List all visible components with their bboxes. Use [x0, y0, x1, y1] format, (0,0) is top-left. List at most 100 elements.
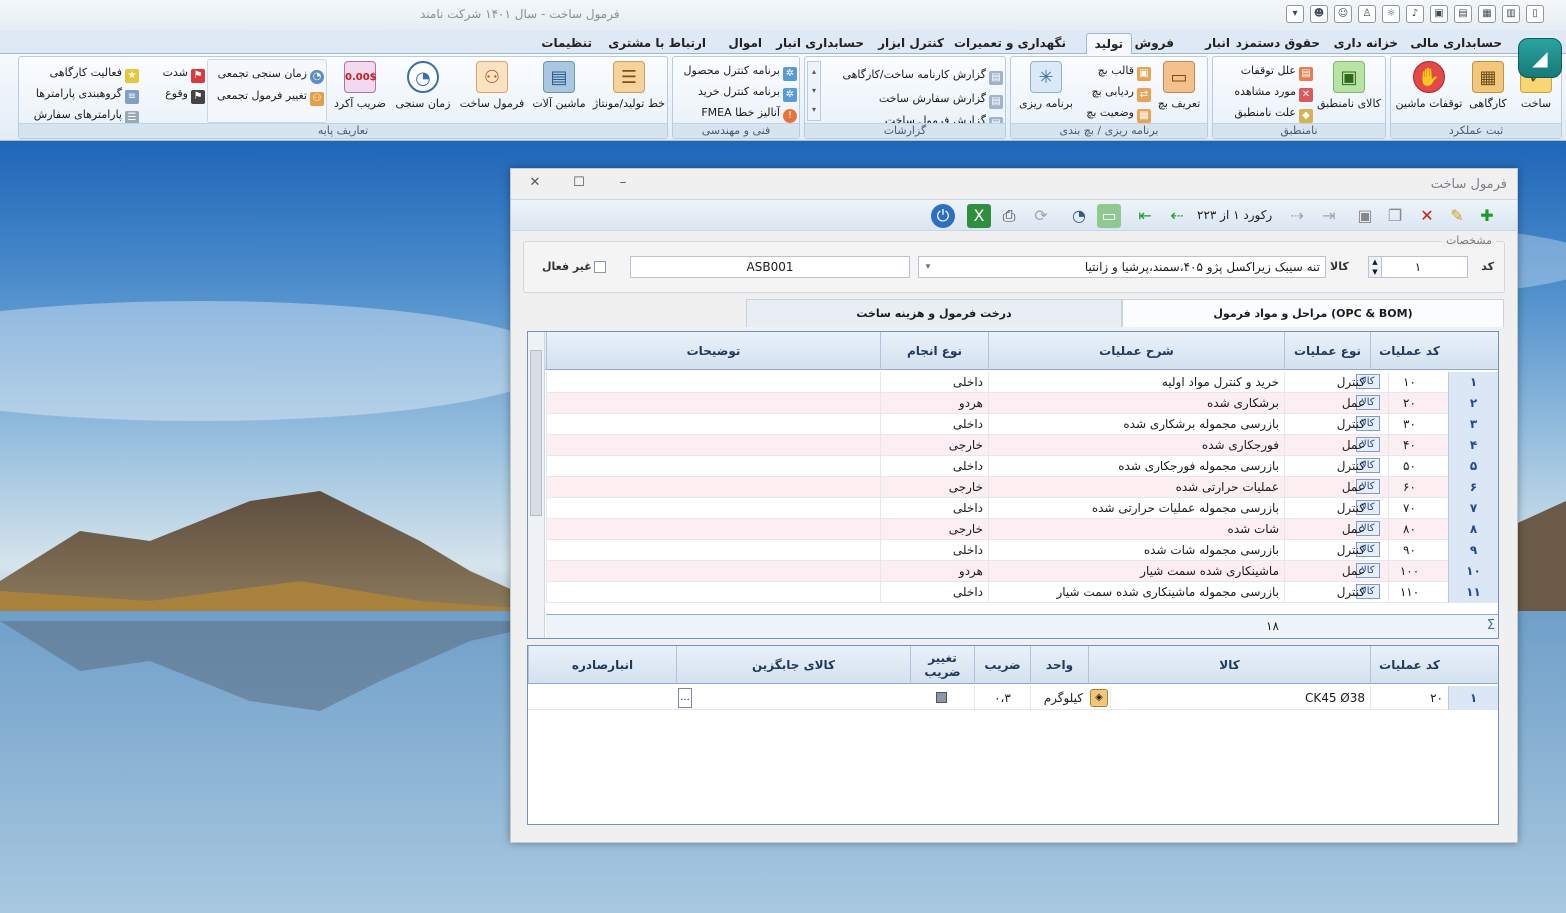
table-row[interactable]: ۲ ۲۰ کالا عمل برشکاری شده هردو [546, 393, 1498, 414]
table-row[interactable]: ۶ ۶۰ کالا عمل عملیات حرارتی شده خارجی [546, 477, 1498, 498]
purchase-control-plan-button[interactable]: ✲برنامه کنترل خرید [677, 82, 797, 102]
tab-maintenance[interactable]: نگهداری و تعمیرات [946, 33, 1074, 54]
machine-stops-button[interactable]: ✋ توقفات ماشین [1395, 59, 1463, 121]
observation-button[interactable]: ✕مورد مشاهده [1217, 82, 1313, 102]
table-row[interactable]: ۳ ۳۰ کالا کنترل بازرسی مجموله برشکاری شده داخ… [546, 414, 1498, 435]
table-row[interactable]: ۸ ۸۰ کالا عمل شات شده خارجی [546, 519, 1498, 540]
table-row[interactable]: ۹ ۹۰ کالا کنترل بازرسی مجموله شات شده داخلی [546, 540, 1498, 561]
dropdown-icon[interactable]: ▾ [1286, 5, 1304, 23]
product-control-plan-button[interactable]: ✲برنامه کنترل محصول [677, 61, 797, 81]
tab-treasury[interactable]: خزانه داری [1326, 33, 1406, 54]
tab-production[interactable]: تولید [1085, 33, 1132, 54]
chevron-down-icon[interactable]: ▾ [920, 259, 936, 275]
table-row[interactable]: ۵ ۵۰ کالا کنترل بازرسی مجموله فورجکاری شده دا… [546, 456, 1498, 477]
cell-op-desc: خرید و کنترل مواد اولیه [988, 372, 1284, 393]
change-formula-button[interactable]: ⚇تغییر فرمول تجمعی [212, 86, 324, 106]
order-report-button[interactable]: ▤گزارش سفارش ساخت [825, 89, 1003, 109]
tab-financial[interactable]: حسابداری مالی [1402, 33, 1510, 54]
aggregate-time-study-button[interactable]: ◔زمان سنجی تجمعی [212, 64, 324, 84]
kala-code-field[interactable]: ASB001 [630, 256, 910, 278]
inactive-checkbox[interactable] [594, 261, 606, 273]
tab-sales[interactable]: فروش [1127, 33, 1182, 54]
fmea-button[interactable]: !آنالیز خطا FMEA [677, 103, 797, 123]
excel-icon[interactable]: X [967, 204, 991, 228]
tab-formula-tree[interactable]: درخت فرمول و هزینه ساخت [746, 299, 1122, 327]
code-spinner[interactable]: ▲ ▼ [1368, 256, 1382, 278]
parameter-grouping-button[interactable]: ≡گروهبندی پارامترها [23, 84, 139, 104]
kala-lookup-icon[interactable]: ◈ [1090, 689, 1108, 707]
scrollbar-thumb[interactable] [530, 350, 542, 516]
last-record-icon[interactable]: ⇥ [1317, 204, 1341, 228]
calendar-icon[interactable]: ▥ [1502, 5, 1520, 23]
code-field[interactable]: ۱ [1368, 256, 1468, 278]
user-icon[interactable]: ♙ [1358, 5, 1376, 23]
next-record-icon[interactable]: ⇢ [1285, 204, 1309, 228]
table-row[interactable]: ۱ ۱۰ کالا کنترل خرید و کنترل مواد اولیه داخلی [546, 372, 1498, 393]
piece-rate-button[interactable]: 0.00$ ضریب آکرد [331, 59, 389, 121]
nonconforming-goods-button[interactable]: ▣ کالای نامنطبق [1313, 59, 1385, 121]
change-coefficient-checkbox[interactable] [936, 692, 947, 703]
table-row[interactable]: ۱۰ ۱۰۰ کالا عمل ماشینکاری شده سمت شیار هردو [546, 561, 1498, 582]
maximize-icon[interactable]: ☐ [565, 173, 593, 193]
app-menu-button[interactable]: ◢ [1518, 38, 1562, 78]
bell-icon[interactable]: ♪ [1406, 5, 1424, 23]
first-record-icon[interactable]: ⇤ [1133, 204, 1157, 228]
workshop-activity-button[interactable]: ★فعالیت کارگاهی [23, 63, 139, 83]
batch-tracking-button[interactable]: ⇄ردیابی بچ [1077, 82, 1151, 102]
brightness-icon[interactable]: ☼ [1382, 5, 1400, 23]
formula-report-button[interactable]: ▤گزارش فرمول ساخت [825, 111, 1003, 123]
define-batch-button[interactable]: ▭ تعریف بچ [1151, 59, 1207, 121]
copy-icon[interactable]: ❐ [1383, 204, 1407, 228]
nonconformance-cause-button[interactable]: ◆علت نامنطبق [1217, 103, 1313, 123]
user-settings-icon[interactable]: ☺ [1334, 5, 1352, 23]
tab-payroll[interactable]: حقوق دستمزد [1228, 33, 1328, 54]
calculator-icon[interactable]: ▦ [1478, 5, 1496, 23]
row-number: ۱۱ [1448, 582, 1498, 603]
add-icon[interactable]: ✚ [1475, 204, 1499, 228]
edit-icon[interactable]: ✎ [1445, 204, 1469, 228]
table-row[interactable]: ۷ ۷۰ کالا کنترل بازرسی مجموله عملیات حرارتی … [546, 498, 1498, 519]
open-book-icon[interactable]: ▤ [1454, 5, 1472, 23]
panel-icon[interactable]: ▭ [1097, 204, 1121, 228]
delete-icon[interactable]: ✕ [1415, 204, 1439, 228]
print-icon[interactable]: ⎙ [997, 204, 1021, 228]
kargahi-button[interactable]: ▦ کارگاهی [1463, 59, 1513, 121]
occurrence-button[interactable]: ⚑وقوع [141, 84, 205, 104]
power-icon[interactable]: ⏻ [931, 204, 955, 228]
vertical-scrollbar[interactable] [528, 332, 545, 638]
production-line-button[interactable]: ☰ خط تولید/مونتاژ [591, 59, 667, 121]
cell-op-desc: بازرسی مجموله شات شده [988, 540, 1284, 561]
severity-button[interactable]: ⚑شدت [141, 63, 205, 83]
gallery-scroll[interactable]: ▴ ▾ ▾ [807, 61, 821, 121]
machinery-button[interactable]: ▤ ماشین آلات [527, 59, 591, 121]
table-row[interactable]: ۴ ۴۰ کالا عمل فورجکاری شده خارجی [546, 435, 1498, 456]
time-study-button[interactable]: ◔ زمان سنجی [391, 59, 455, 121]
book-icon[interactable]: ▣ [1430, 5, 1448, 23]
batch-status-button[interactable]: ▦وضعیت بچ [1077, 103, 1151, 123]
phone-icon[interactable]: ▯ [1526, 5, 1544, 23]
tab-stages-bom[interactable]: مراحل و مواد فرمول (OPC & BOM) [1122, 299, 1504, 327]
save-icon[interactable]: ▣ [1353, 204, 1377, 228]
table-row[interactable]: ۱۱ ۱۱۰ کالا کنترل بازرسی مجموله ماشینکاری شد… [546, 582, 1498, 603]
workshop-report-button[interactable]: ▤گزارش کارنامه ساخت/کارگاهی [825, 65, 1003, 85]
tab-settings[interactable]: تنظیمات [533, 33, 600, 54]
previous-record-icon[interactable]: ⇠ [1165, 204, 1189, 228]
tab-warehouse[interactable]: انبار [1197, 33, 1238, 54]
tab-assets[interactable]: اموال [720, 33, 770, 54]
planning-button[interactable]: ✳ برنامه ریزی [1015, 59, 1077, 121]
batch-template-button[interactable]: ▣قالب بچ [1077, 61, 1151, 81]
users-icon[interactable]: ☻ [1310, 5, 1328, 23]
tab-crm[interactable]: ارتباط با مشتری [600, 33, 714, 54]
formula-button[interactable]: ⚇ فرمول ساخت [459, 59, 525, 121]
stopwatch-icon[interactable]: ◔ [1067, 204, 1091, 228]
tab-tool-control[interactable]: کنترل ابزار [870, 33, 952, 54]
order-parameters-button[interactable]: ☰پارامترهای سفارش [23, 105, 139, 125]
tab-warehouse-accounting[interactable]: حسابداری انبار [768, 33, 872, 54]
stop-causes-button[interactable]: ▤علل توقفات [1217, 61, 1313, 81]
bom-row[interactable]: ۱ ۲۰ CK45 Ø38 ◈ کیلوگرم ۰،۳ ... [528, 686, 1498, 710]
close-icon[interactable]: ✕ [521, 173, 549, 193]
kala-select[interactable]: تنه سیبک زیراکسل پژو ۴۰۵،سمند،پرشیا و زا… [918, 256, 1326, 278]
minimize-icon[interactable]: – [609, 173, 637, 193]
substitute-ellipsis-button[interactable]: ... [678, 688, 692, 708]
refresh-icon[interactable]: ⟳ [1029, 204, 1053, 228]
